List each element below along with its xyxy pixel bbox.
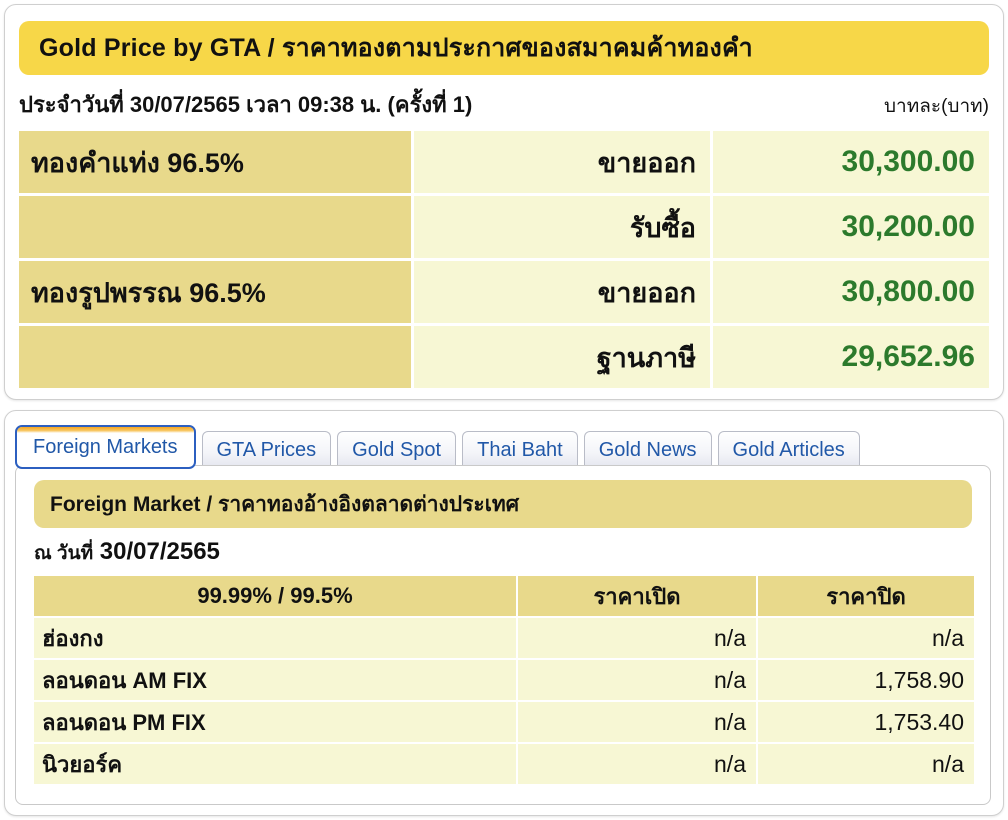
tab-bar: Foreign Markets GTA Prices Gold Spot Tha… — [15, 419, 1003, 469]
fx-open-value: n/a — [518, 618, 756, 658]
fx-close-value: n/a — [758, 744, 974, 784]
gta-row-kind: รับซื้อ — [414, 196, 710, 258]
tab-label: Gold Spot — [352, 439, 442, 461]
column-header-close: ราคาปิด — [758, 576, 974, 616]
fx-close-value: n/a — [758, 618, 974, 658]
table-row: ทองคำแท่ง 96.5% — [19, 131, 411, 193]
gta-row-value: 29,652.96 — [713, 326, 989, 388]
gta-banner-title-sep: / — [260, 34, 282, 62]
tab-label: Thai Baht — [477, 439, 563, 461]
tab-content-foreign-markets: Foreign Market / ราคาทองอ้างอิงตลาดต่างป… — [15, 465, 991, 805]
foreign-market-banner: Foreign Market / ราคาทองอ้างอิงตลาดต่างป… — [34, 480, 972, 528]
table-row: ลอนดอน AM FIX — [34, 660, 516, 700]
foreign-market-banner-sep: / — [200, 492, 219, 516]
fx-open-value: n/a — [518, 744, 756, 784]
tab-label: GTA Prices — [216, 439, 317, 461]
fx-open-value: n/a — [518, 702, 756, 742]
table-row: ทองรูปพรรณ 96.5% — [19, 261, 411, 323]
gta-date-bar: ประจำวันที่ 30/07/2565 เวลา 09:38 น. (คร… — [19, 87, 989, 121]
foreign-market-date-value: 30/07/2565 — [99, 538, 220, 565]
tab-gold-spot[interactable]: Gold Spot — [337, 431, 457, 469]
column-header-purity: 99.99% / 99.5% — [34, 576, 516, 616]
gta-row-value: 30,200.00 — [713, 196, 989, 258]
gta-banner-title-th: ราคาทองตามประกาศของสมาคมค้าทองคำ — [281, 34, 753, 62]
gta-row-kind: ขายออก — [414, 131, 710, 193]
tab-label: Foreign Markets — [33, 435, 178, 458]
fx-open-value: n/a — [518, 660, 756, 700]
tab-label: Gold Articles — [732, 439, 845, 461]
column-header-open: ราคาเปิด — [518, 576, 756, 616]
gta-price-table: ทองคำแท่ง 96.5% ขายออก 30,300.00 รับซื้อ… — [19, 131, 989, 388]
gta-banner-title-en: Gold Price by GTA — [39, 34, 261, 62]
gta-row-kind: ฐานภาษี — [414, 326, 710, 388]
fx-close-value: 1,753.40 — [758, 702, 974, 742]
gta-row-value: 30,800.00 — [713, 261, 989, 323]
gta-row-kind: ขายออก — [414, 261, 710, 323]
foreign-market-panel: Foreign Markets GTA Prices Gold Spot Tha… — [4, 410, 1004, 816]
foreign-market-banner-en: Foreign Market — [50, 492, 201, 516]
tab-foreign-markets[interactable]: Foreign Markets — [15, 425, 196, 469]
tab-gold-articles[interactable]: Gold Articles — [717, 431, 860, 469]
tab-gta-prices[interactable]: GTA Prices — [201, 431, 332, 469]
foreign-market-date: ณ วันที่ 30/07/2565 — [34, 538, 990, 568]
gta-date-text: ประจำวันที่ 30/07/2565 เวลา 09:38 น. (คร… — [19, 92, 473, 117]
table-row — [19, 326, 411, 388]
gta-banner: Gold Price by GTA / ราคาทองตามประกาศของส… — [19, 21, 989, 75]
gta-banner-title: Gold Price by GTA / ราคาทองตามประกาศของส… — [39, 28, 753, 68]
foreign-market-table: 99.99% / 99.5% ราคาเปิด ราคาปิด ฮ่องกง n… — [34, 576, 974, 784]
tab-label: Gold News — [598, 439, 697, 461]
gta-price-panel: Gold Price by GTA / ราคาทองตามประกาศของส… — [4, 4, 1004, 400]
foreign-market-date-label: ณ วันที่ — [34, 543, 94, 564]
gta-row-value: 30,300.00 — [713, 131, 989, 193]
foreign-market-banner-th: ราคาทองอ้างอิงตลาดต่างประเทศ — [218, 492, 520, 516]
table-row: ลอนดอน PM FIX — [34, 702, 516, 742]
table-row: นิวยอร์ค — [34, 744, 516, 784]
table-row — [19, 196, 411, 258]
fx-close-value: 1,758.90 — [758, 660, 974, 700]
tab-thai-baht[interactable]: Thai Baht — [462, 431, 578, 469]
tab-gold-news[interactable]: Gold News — [583, 431, 712, 469]
foreign-market-banner-title: Foreign Market / ราคาทองอ้างอิงตลาดต่างป… — [50, 488, 519, 521]
gta-unit-label: บาทละ(บาท) — [883, 96, 989, 117]
table-row: ฮ่องกง — [34, 618, 516, 658]
